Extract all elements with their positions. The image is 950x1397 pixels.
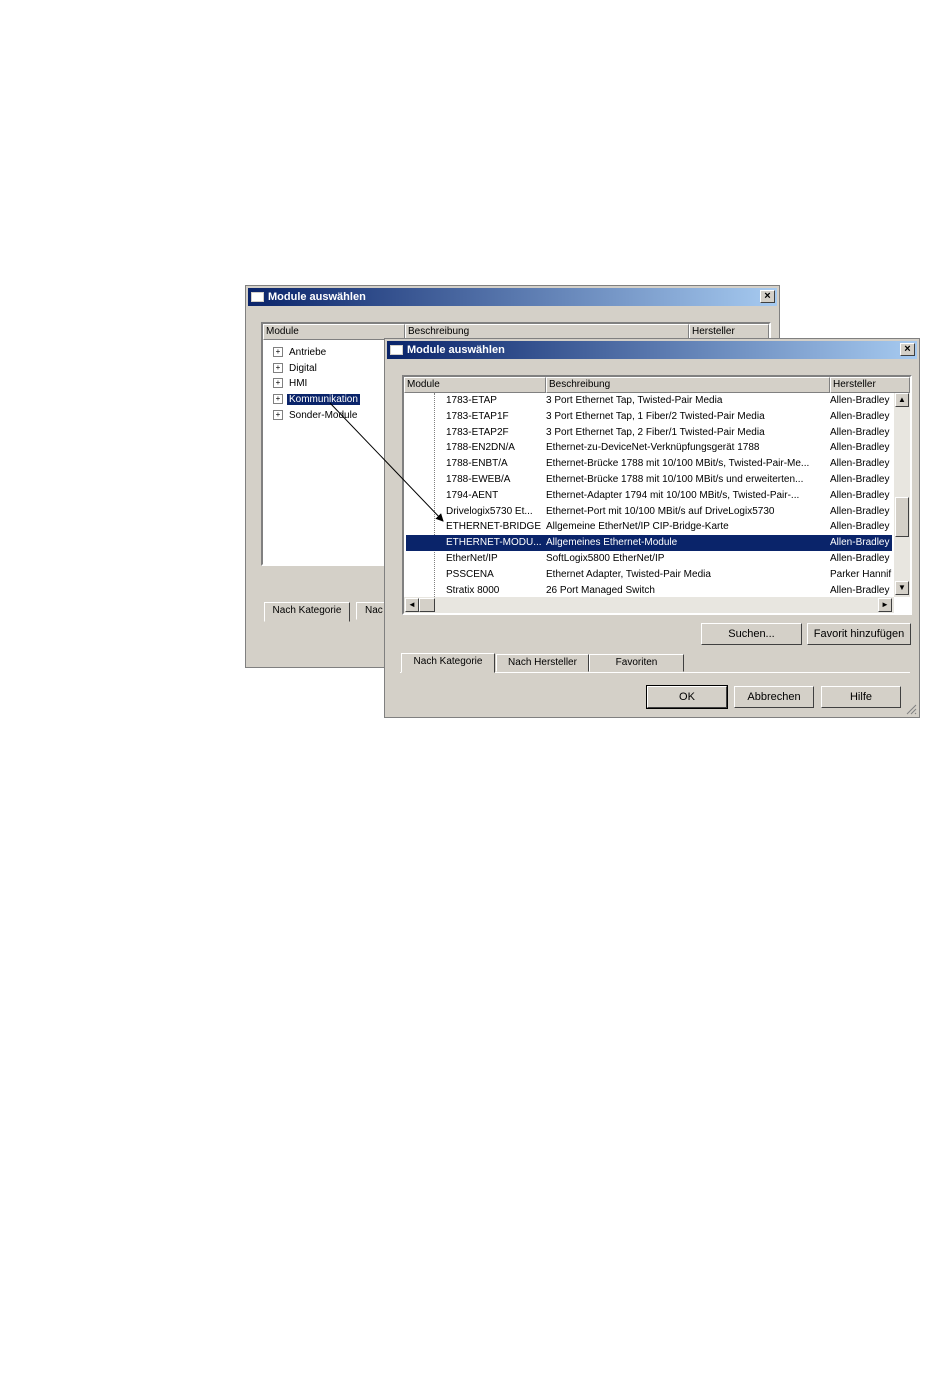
tree-item-label: Sonder-Module <box>289 410 358 421</box>
cell-description: 26 Port Managed Switch <box>546 584 655 596</box>
tree-item-sonder-module[interactable]: + Sonder-Module <box>273 408 359 423</box>
front-dialog-title: Module auswählen <box>407 344 505 356</box>
cell-manufacturer: Allen-Bradley <box>830 426 890 438</box>
cell-description: Ethernet Adapter, Twisted-Pair Media <box>546 568 711 580</box>
window-icon <box>251 292 264 302</box>
tree-item-digital[interactable]: + Digital <box>273 361 319 376</box>
list-body: 1783-ETAP 3 Port Ethernet Tap, Twisted-P… <box>404 393 894 597</box>
front-dialog-window: Module auswählen × Module Beschreibung H… <box>384 338 920 718</box>
scroll-up-icon[interactable]: ▲ <box>895 393 909 407</box>
tree-item-antriebe[interactable]: + Antriebe <box>273 345 328 360</box>
table-row[interactable]: 1783-ETAP1F 3 Port Ethernet Tap, 1 Fiber… <box>406 409 892 425</box>
cell-module: 1794-AENT <box>446 489 499 501</box>
back-dialog-title: Module auswählen <box>268 291 366 303</box>
horizontal-scroll-thumb[interactable] <box>419 598 435 612</box>
cell-description: Allgemeine EtherNet/IP CIP-Bridge-Karte <box>546 521 729 533</box>
vertical-scroll-thumb[interactable] <box>895 497 909 537</box>
table-row[interactable]: PSSCENA Ethernet Adapter, Twisted-Pair M… <box>406 567 892 583</box>
cell-manufacturer: Allen-Bradley <box>830 474 890 485</box>
tree-item-label: HMI <box>289 378 308 389</box>
cell-module: 1783-ETAP2F <box>446 426 509 438</box>
table-row-selected[interactable]: ETHERNET-MODU... Allgemeines Ethernet-Mo… <box>406 535 892 551</box>
scroll-left-icon[interactable]: ◄ <box>405 598 419 612</box>
cell-manufacturer: Parker Hannif <box>830 568 892 580</box>
scroll-right-icon[interactable]: ► <box>878 598 892 612</box>
cell-description: 3 Port Ethernet Tap, 1 Fiber/2 Twisted-P… <box>546 410 765 422</box>
cell-module: 1788-ENBT/A <box>446 458 508 470</box>
module-list[interactable]: Module Beschreibung Hersteller 1783-ETAP… <box>402 375 912 615</box>
cell-description: Ethernet-Brücke 1788 mit 10/100 MBit/s, … <box>546 458 810 470</box>
table-row[interactable]: 1794-AENT Ethernet-Adapter 1794 mit 10/1… <box>406 488 892 504</box>
vertical-scrollbar[interactable]: ▲ ▼ <box>894 393 910 597</box>
cell-module: 1788-EWEB/A <box>446 474 511 485</box>
help-button[interactable]: Hilfe <box>821 686 901 708</box>
col-description[interactable]: Beschreibung <box>546 377 830 393</box>
front-dialog-titlebar[interactable]: Module auswählen × <box>387 341 917 359</box>
cell-manufacturer: Allen-Bradley <box>830 410 890 422</box>
cell-manufacturer: Allen-Bradley <box>830 553 890 564</box>
tree-item-hmi[interactable]: + HMI <box>273 376 309 391</box>
resize-grip-icon[interactable] <box>905 703 917 715</box>
cell-module: ETHERNET-MODU... <box>446 537 542 549</box>
expand-icon[interactable]: + <box>273 410 283 421</box>
table-row[interactable]: 1783-ETAP2F 3 Port Ethernet Tap, 2 Fiber… <box>406 425 892 441</box>
cancel-button[interactable]: Abbrechen <box>734 686 814 708</box>
cell-description: Ethernet-Brücke 1788 mit 10/100 MBit/s u… <box>546 474 804 485</box>
cell-manufacturer: Allen-Bradley <box>830 395 890 406</box>
table-row[interactable]: 1788-EWEB/A Ethernet-Brücke 1788 mit 10/… <box>406 472 892 488</box>
col-module[interactable]: Module <box>404 377 546 393</box>
cell-description: Ethernet-Adapter 1794 mit 10/100 MBit/s,… <box>546 489 800 501</box>
tree-item-kommunikation[interactable]: + Kommunikation <box>273 392 360 407</box>
front-close-button[interactable]: × <box>900 343 915 356</box>
cell-description: 3 Port Ethernet Tap, Twisted-Pair Media <box>546 395 723 406</box>
scroll-down-icon[interactable]: ▼ <box>895 581 909 595</box>
table-row[interactable]: Stratix 8000 26 Port Managed Switch Alle… <box>406 583 892 597</box>
cell-description: Allgemeines Ethernet-Module <box>546 537 678 549</box>
cell-manufacturer: Allen-Bradley <box>830 442 890 454</box>
cell-module: ETHERNET-BRIDGE <box>446 521 542 533</box>
cell-module: Drivelogix5730 Et... <box>446 505 533 517</box>
cell-description: Ethernet-zu-DeviceNet-Verknüpfungsgerät … <box>546 442 760 454</box>
tab-by-category[interactable]: Nach Kategorie <box>401 653 495 673</box>
cell-manufacturer: Allen-Bradley <box>830 458 890 470</box>
add-favorite-button[interactable]: Favorit hinzufügen <box>807 623 911 645</box>
table-row[interactable]: ETHERNET-BRIDGE Allgemeine EtherNet/IP C… <box>406 519 892 535</box>
col-manufacturer[interactable]: Hersteller <box>830 377 910 393</box>
cell-module: 1788-EN2DN/A <box>446 442 515 454</box>
table-row[interactable]: Drivelogix5730 Et... Ethernet-Port mit 1… <box>406 504 892 520</box>
tree-item-label: Antriebe <box>289 347 327 358</box>
back-dialog-titlebar[interactable]: Module auswählen × <box>248 288 777 306</box>
cell-manufacturer: Allen-Bradley <box>830 521 890 533</box>
tab-favorites[interactable]: Favoriten <box>589 654 684 672</box>
tree-item-label: Digital <box>289 363 317 374</box>
expand-icon[interactable]: + <box>273 394 283 405</box>
cell-module: 1783-ETAP <box>446 395 497 406</box>
search-button[interactable]: Suchen... <box>701 623 802 645</box>
horizontal-scrollbar[interactable]: ◄ ► <box>404 597 894 613</box>
cell-description: Ethernet-Port mit 10/100 MBit/s auf Driv… <box>546 505 775 517</box>
expand-icon[interactable]: + <box>273 378 283 389</box>
cell-module: 1783-ETAP1F <box>446 410 509 422</box>
table-row[interactable]: EtherNet/IP SoftLogix5800 EtherNet/IP Al… <box>406 551 892 567</box>
cell-manufacturer: Allen-Bradley <box>830 489 890 501</box>
cell-manufacturer: Allen-Bradley <box>830 584 890 596</box>
cell-manufacturer: Allen-Bradley <box>830 537 890 549</box>
expand-icon[interactable]: + <box>273 347 283 358</box>
cell-description: 3 Port Ethernet Tap, 2 Fiber/1 Twisted-P… <box>546 426 765 438</box>
back-tab-by-category[interactable]: Nach Kategorie <box>264 602 350 622</box>
table-row[interactable]: 1788-ENBT/A Ethernet-Brücke 1788 mit 10/… <box>406 456 892 472</box>
table-row[interactable]: 1783-ETAP 3 Port Ethernet Tap, Twisted-P… <box>406 393 892 409</box>
window-icon <box>390 345 403 355</box>
tab-by-manufacturer[interactable]: Nach Hersteller <box>496 654 589 672</box>
table-row[interactable]: 1788-EN2DN/A Ethernet-zu-DeviceNet-Verkn… <box>406 440 892 456</box>
cell-module: EtherNet/IP <box>446 553 498 564</box>
tree-item-label: Kommunikation <box>287 394 360 405</box>
cell-manufacturer: Allen-Bradley <box>830 505 890 517</box>
ok-button[interactable]: OK <box>646 685 728 709</box>
cell-module: Stratix 8000 <box>446 584 500 596</box>
cell-module: PSSCENA <box>446 568 494 580</box>
cell-description: SoftLogix5800 EtherNet/IP <box>546 553 665 564</box>
back-close-button[interactable]: × <box>760 290 775 303</box>
expand-icon[interactable]: + <box>273 363 283 374</box>
